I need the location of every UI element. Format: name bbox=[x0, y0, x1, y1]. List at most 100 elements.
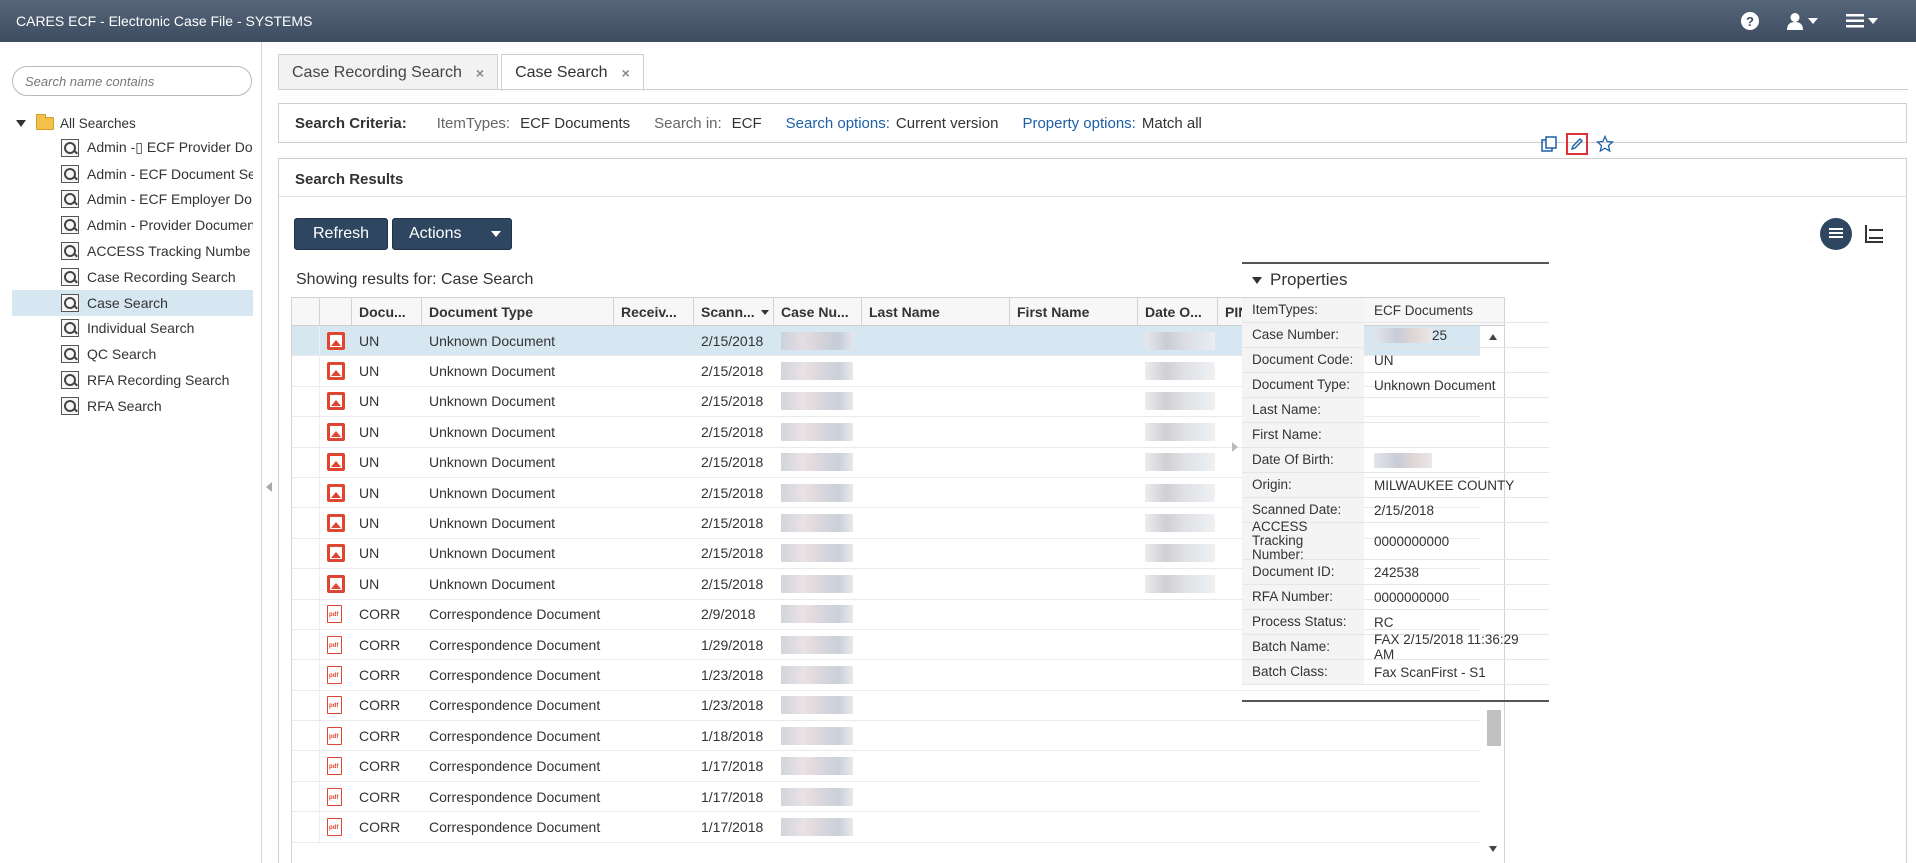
row-select-cell[interactable] bbox=[292, 477, 320, 508]
collapse-caret-icon[interactable] bbox=[1252, 276, 1262, 284]
row-select-cell[interactable] bbox=[292, 660, 320, 690]
sidebar-item[interactable]: RFA Recording Search bbox=[12, 367, 253, 393]
saved-search-icon bbox=[61, 396, 79, 415]
cell-scanned: 2/9/2018 bbox=[701, 606, 756, 623]
expand-caret-icon[interactable] bbox=[16, 119, 26, 127]
refresh-button[interactable]: Refresh bbox=[294, 218, 388, 250]
tree-root-all-searches[interactable]: All Searches bbox=[16, 112, 136, 134]
table-row[interactable]: CORR Correspondence Document 1/17/2018 bbox=[292, 781, 1480, 813]
row-select-cell[interactable] bbox=[292, 447, 320, 477]
cell-code: CORR bbox=[359, 727, 401, 744]
star-icon bbox=[1596, 135, 1614, 153]
column-header[interactable]: Receiv... bbox=[614, 298, 694, 326]
folder-icon bbox=[36, 113, 54, 130]
column-header[interactable]: First Name bbox=[1010, 298, 1138, 326]
tree-root-label: All Searches bbox=[60, 115, 136, 131]
property-key: Last Name: bbox=[1242, 398, 1364, 422]
tab-divider bbox=[278, 89, 1908, 90]
pdf-file-icon bbox=[327, 696, 342, 715]
row-select-cell[interactable] bbox=[292, 538, 320, 569]
help-icon[interactable]: ? bbox=[1740, 8, 1760, 34]
cell-type: Unknown Document bbox=[429, 454, 556, 471]
pdf-file-icon bbox=[327, 757, 342, 776]
cell-dob bbox=[1138, 508, 1218, 537]
scroll-down-icon[interactable] bbox=[1489, 846, 1497, 852]
sidebar-item[interactable]: Case Recording Search bbox=[12, 264, 253, 290]
column-header[interactable]: Docu... bbox=[352, 298, 422, 326]
row-select-cell[interactable] bbox=[292, 326, 320, 356]
sort-desc-icon[interactable] bbox=[760, 309, 769, 315]
cell-first bbox=[1010, 508, 1138, 537]
close-icon[interactable]: × bbox=[622, 65, 630, 81]
column-header[interactable]: Scann... bbox=[694, 298, 774, 326]
search-results-panel: Search Results Refresh Actions Showing r… bbox=[278, 158, 1907, 863]
table-row[interactable]: CORR Correspondence Document 1/23/2018 bbox=[292, 690, 1480, 722]
table-row[interactable]: CORR Correspondence Document 1/17/2018 bbox=[292, 751, 1480, 782]
header-select-cell[interactable] bbox=[292, 298, 320, 326]
cell-case bbox=[774, 812, 862, 841]
tab-active[interactable]: Case Search × bbox=[501, 54, 644, 91]
cell-scanned: 1/17/2018 bbox=[701, 788, 764, 805]
user-menu-button[interactable] bbox=[1786, 8, 1818, 34]
image-file-icon bbox=[327, 362, 345, 381]
row-select-cell[interactable] bbox=[292, 751, 320, 781]
row-select-cell[interactable] bbox=[292, 356, 320, 386]
sidebar-item[interactable]: Admin -▯ ECF Provider Do bbox=[12, 135, 253, 161]
sidebar-item[interactable]: RFA Search bbox=[12, 393, 253, 419]
row-select-cell[interactable] bbox=[292, 629, 320, 660]
properties-top-rule bbox=[1242, 262, 1549, 264]
row-select-cell[interactable] bbox=[292, 569, 320, 599]
tab-bar: Case Recording Search × Case Search × bbox=[278, 54, 647, 91]
property-value bbox=[1364, 448, 1549, 472]
column-header[interactable]: Case Nu... bbox=[774, 298, 862, 326]
table-row[interactable]: CORR Correspondence Document 1/18/2018 bbox=[292, 721, 1480, 752]
cell-case bbox=[774, 660, 862, 689]
sidebar-item[interactable]: QC Search bbox=[12, 341, 253, 367]
doc-type-icon-cell bbox=[320, 812, 352, 841]
sidebar-item[interactable]: Case Search bbox=[12, 289, 253, 316]
edit-properties-button[interactable] bbox=[1566, 133, 1588, 155]
table-row[interactable]: CORR Correspondence Document 1/17/2018 bbox=[292, 812, 1480, 843]
row-select-cell[interactable] bbox=[292, 690, 320, 721]
row-select-cell[interactable] bbox=[292, 417, 320, 447]
search-options-link[interactable]: Search options: bbox=[786, 115, 890, 132]
close-icon[interactable]: × bbox=[476, 65, 484, 81]
redacted-case-number bbox=[781, 453, 853, 472]
row-select-cell[interactable] bbox=[292, 508, 320, 538]
copy-button[interactable] bbox=[1538, 133, 1560, 155]
cell-recv bbox=[614, 660, 694, 689]
doc-type-icon-cell bbox=[320, 782, 352, 811]
tab-inactive[interactable]: Case Recording Search × bbox=[278, 54, 499, 90]
main-menu-button[interactable] bbox=[1846, 8, 1878, 34]
column-header[interactable]: Document Type bbox=[422, 298, 614, 326]
detail-view-toggle[interactable] bbox=[1863, 223, 1885, 245]
sidebar-item[interactable]: ACCESS Tracking Numbe bbox=[12, 238, 253, 264]
cell-first bbox=[1010, 691, 1138, 720]
row-select-cell[interactable] bbox=[292, 386, 320, 417]
sidebar-item-label: Case Recording Search bbox=[87, 268, 236, 285]
search-name-input[interactable] bbox=[12, 66, 252, 96]
row-select-cell[interactable] bbox=[292, 812, 320, 842]
property-options-link[interactable]: Property options: bbox=[1022, 115, 1135, 132]
list-view-toggle[interactable] bbox=[1820, 218, 1852, 250]
row-select-cell[interactable] bbox=[292, 781, 320, 812]
column-header[interactable]: Date O... bbox=[1138, 298, 1218, 326]
collapse-sidebar-handle[interactable] bbox=[266, 482, 272, 492]
favorite-button[interactable] bbox=[1594, 133, 1616, 155]
properties-header[interactable]: Properties bbox=[1252, 270, 1347, 290]
sidebar-item[interactable]: Individual Search bbox=[12, 316, 253, 342]
sidebar-item[interactable]: Admin - ECF Employer Do bbox=[12, 187, 253, 213]
redacted-value bbox=[1374, 327, 1432, 343]
actions-button[interactable]: Actions bbox=[392, 218, 512, 250]
cell-code: UN bbox=[359, 363, 380, 380]
row-select-cell[interactable] bbox=[292, 721, 320, 751]
collapse-properties-handle[interactable] bbox=[1232, 442, 1238, 452]
sidebar-item[interactable]: Admin - Provider Documen bbox=[12, 212, 253, 238]
cell-scanned: 1/29/2018 bbox=[701, 636, 764, 653]
sidebar-item[interactable]: Admin - ECF Document Se bbox=[12, 161, 253, 187]
property-key: Origin: bbox=[1242, 473, 1364, 497]
row-select-cell[interactable] bbox=[292, 599, 320, 629]
scroll-thumb[interactable] bbox=[1487, 710, 1501, 746]
column-header[interactable]: Last Name bbox=[862, 298, 1010, 326]
saved-search-icon bbox=[61, 267, 79, 286]
